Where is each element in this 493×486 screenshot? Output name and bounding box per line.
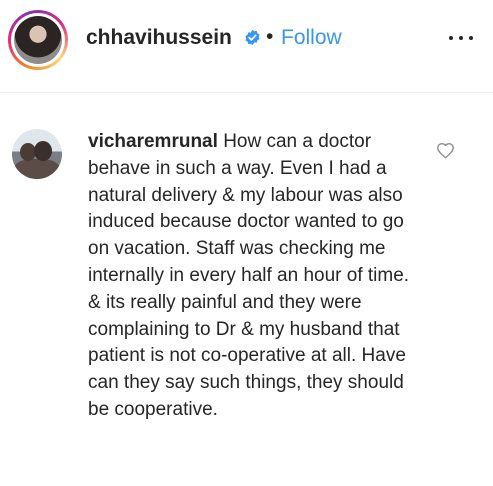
- commenter-avatar[interactable]: [12, 129, 62, 179]
- more-options-icon[interactable]: [446, 29, 476, 47]
- more-dot: [449, 36, 453, 40]
- separator-dot: •: [266, 25, 274, 48]
- avatar-photo: [14, 16, 62, 64]
- avatar-figure: [14, 159, 60, 179]
- avatar-ring-gap: [11, 13, 65, 67]
- more-dot: [459, 36, 463, 40]
- follow-button[interactable]: Follow: [281, 26, 342, 50]
- profile-avatar[interactable]: [8, 10, 68, 70]
- more-dot: [469, 36, 473, 40]
- heart-icon[interactable]: [436, 142, 455, 159]
- post-header: chhavihussein • Follow: [0, 0, 493, 93]
- comment-text: How can a doctor behave in such a way. E…: [88, 131, 410, 420]
- verified-badge-icon: [245, 29, 260, 46]
- post-username[interactable]: chhavihussein: [86, 26, 232, 50]
- comment-body: vicharemrunal How can a doctor behave in…: [88, 129, 418, 424]
- comment-username[interactable]: vicharemrunal: [88, 131, 218, 152]
- avatar-figure: [34, 141, 52, 161]
